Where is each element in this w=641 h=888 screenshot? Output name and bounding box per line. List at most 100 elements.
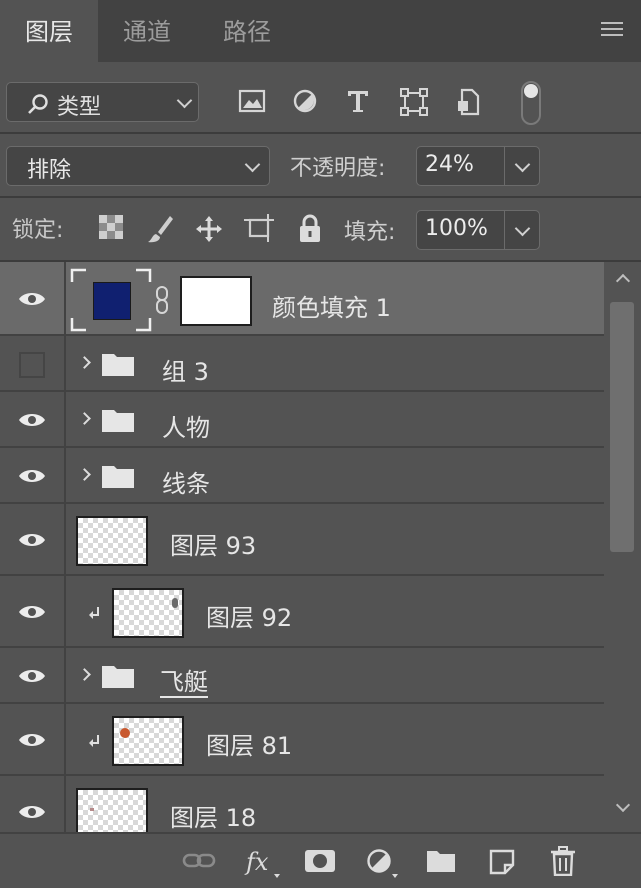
lock-image-pixels-icon[interactable] — [146, 214, 174, 244]
layer-thumbnail[interactable] — [76, 788, 148, 832]
filter-kind-select[interactable]: 类型 — [6, 82, 199, 122]
clipping-mask-arrow-icon — [89, 607, 99, 619]
visibility-cell[interactable] — [0, 336, 66, 390]
layer-row-group-characters[interactable]: 人物 — [0, 392, 604, 448]
eye-icon[interactable] — [18, 603, 46, 621]
layer-mask-thumbnail[interactable] — [180, 276, 252, 326]
panel-tab-bar: 图层 通道 路径 — [0, 0, 641, 62]
visibility-cell[interactable] — [0, 704, 66, 774]
eye-icon[interactable] — [18, 803, 46, 821]
eye-icon[interactable] — [18, 411, 46, 429]
divider — [0, 196, 641, 198]
expand-arrow-icon[interactable] — [78, 668, 91, 681]
layer-row-group-3[interactable]: 组 3 — [0, 336, 604, 392]
folder-icon — [102, 666, 134, 688]
visibility-cell[interactable] — [0, 576, 66, 646]
layer-name[interactable]: 飞艇 — [160, 662, 208, 697]
clipping-mask-arrow-icon — [89, 735, 99, 747]
link-layers-icon[interactable] — [182, 848, 216, 874]
visibility-cell[interactable] — [0, 392, 66, 446]
visibility-cell[interactable] — [0, 504, 66, 574]
layer-name[interactable]: 颜色填充 1 — [272, 288, 391, 323]
fill-label: 填充: — [344, 220, 396, 245]
lock-artboard-icon[interactable] — [244, 214, 274, 242]
opacity-dropdown-button[interactable] — [504, 147, 539, 185]
folder-icon — [102, 410, 134, 432]
eye-icon[interactable] — [18, 667, 46, 685]
thumbnail-content — [172, 598, 178, 608]
visibility-cell[interactable] — [0, 776, 66, 832]
smart-object-filter-icon[interactable] — [456, 88, 480, 116]
fill-field[interactable]: 100% — [416, 210, 540, 250]
adjustment-layer-icon[interactable] — [366, 848, 400, 880]
layer-row-group-lines[interactable]: 线条 — [0, 448, 604, 504]
fill-value: 100% — [425, 216, 488, 241]
type-filter-icon[interactable] — [346, 88, 370, 114]
eye-icon[interactable] — [18, 531, 46, 549]
layer-row-color-fill[interactable]: 颜色填充 1 — [0, 262, 604, 336]
eye-icon[interactable] — [18, 290, 46, 308]
layer-row-layer-93[interactable]: 图层 93 — [0, 504, 604, 576]
tab-layers[interactable]: 图层 — [0, 0, 98, 62]
layer-name[interactable]: 图层 92 — [206, 598, 292, 633]
thumbnail-content — [120, 728, 130, 738]
chain-link-icon[interactable] — [154, 286, 170, 314]
layers-list: 颜色填充 1 组 3 人物 线条 图层 93 图层 92 飞艇 图层 81 图层… — [0, 262, 604, 832]
layer-row-group-airship[interactable]: 飞艇 — [0, 648, 604, 704]
folder-icon — [102, 466, 134, 488]
visibility-cell[interactable] — [0, 448, 66, 502]
layer-name[interactable]: 组 3 — [162, 352, 209, 387]
layer-row-layer-81[interactable]: 图层 81 — [0, 704, 604, 776]
lock-all-icon[interactable] — [298, 214, 322, 244]
filter-toggle-switch[interactable] — [521, 81, 541, 125]
layer-row-layer-18[interactable]: 图层 18 — [0, 776, 604, 832]
expand-arrow-icon[interactable] — [78, 412, 91, 425]
panel-menu-icon[interactable] — [601, 22, 623, 38]
opacity-field[interactable]: 24% — [416, 146, 540, 186]
lock-transparent-pixels-icon[interactable] — [98, 214, 124, 240]
thumbnail-content — [90, 808, 94, 811]
visibility-toggle-off[interactable] — [19, 352, 45, 378]
layer-row-layer-92[interactable]: 图层 92 — [0, 576, 604, 648]
layer-name[interactable]: 图层 81 — [206, 726, 292, 761]
eye-icon[interactable] — [18, 731, 46, 749]
visibility-cell[interactable] — [0, 262, 66, 334]
layer-name[interactable]: 图层 93 — [170, 526, 256, 561]
layer-name[interactable]: 人物 — [162, 408, 210, 443]
chevron-down-icon — [514, 220, 531, 237]
search-icon — [28, 94, 48, 114]
layer-thumbnail[interactable] — [76, 516, 148, 566]
chevron-down-icon — [176, 92, 193, 109]
divider — [0, 132, 641, 134]
layer-thumbnail[interactable] — [112, 716, 184, 766]
scrollbar-thumb[interactable] — [610, 302, 634, 552]
shape-filter-icon[interactable] — [400, 88, 428, 116]
new-group-icon[interactable] — [426, 848, 456, 874]
tab-paths[interactable]: 路径 — [196, 0, 298, 62]
opacity-value: 24% — [425, 152, 474, 177]
adjustment-filter-icon[interactable] — [292, 88, 318, 114]
new-layer-icon[interactable] — [488, 848, 516, 876]
fx-icon[interactable]: fx — [244, 846, 282, 880]
blend-mode-select[interactable]: 排除 — [6, 146, 270, 186]
expand-arrow-icon[interactable] — [78, 356, 91, 369]
tab-channels[interactable]: 通道 — [98, 0, 196, 62]
filter-kind-label: 类型 — [57, 95, 102, 120]
visibility-cell[interactable] — [0, 648, 66, 702]
fill-dropdown-button[interactable] — [504, 211, 539, 249]
scroll-up-arrow-icon[interactable] — [615, 273, 631, 289]
layers-scrollbar[interactable] — [604, 262, 641, 832]
layer-name[interactable]: 图层 18 — [170, 798, 256, 832]
eye-icon[interactable] — [18, 467, 46, 485]
add-mask-icon[interactable] — [304, 848, 336, 874]
layer-name[interactable]: 线条 — [162, 464, 210, 499]
image-filter-icon[interactable] — [238, 88, 266, 114]
lock-position-icon[interactable] — [194, 214, 224, 244]
delete-layer-icon[interactable] — [550, 846, 576, 876]
opacity-label: 不透明度: — [290, 156, 386, 181]
layer-thumbnail[interactable] — [112, 588, 184, 638]
expand-arrow-icon[interactable] — [78, 468, 91, 481]
scroll-down-arrow-icon[interactable] — [615, 797, 631, 813]
fill-color-swatch[interactable] — [93, 282, 131, 320]
svg-text:fx: fx — [244, 848, 269, 876]
